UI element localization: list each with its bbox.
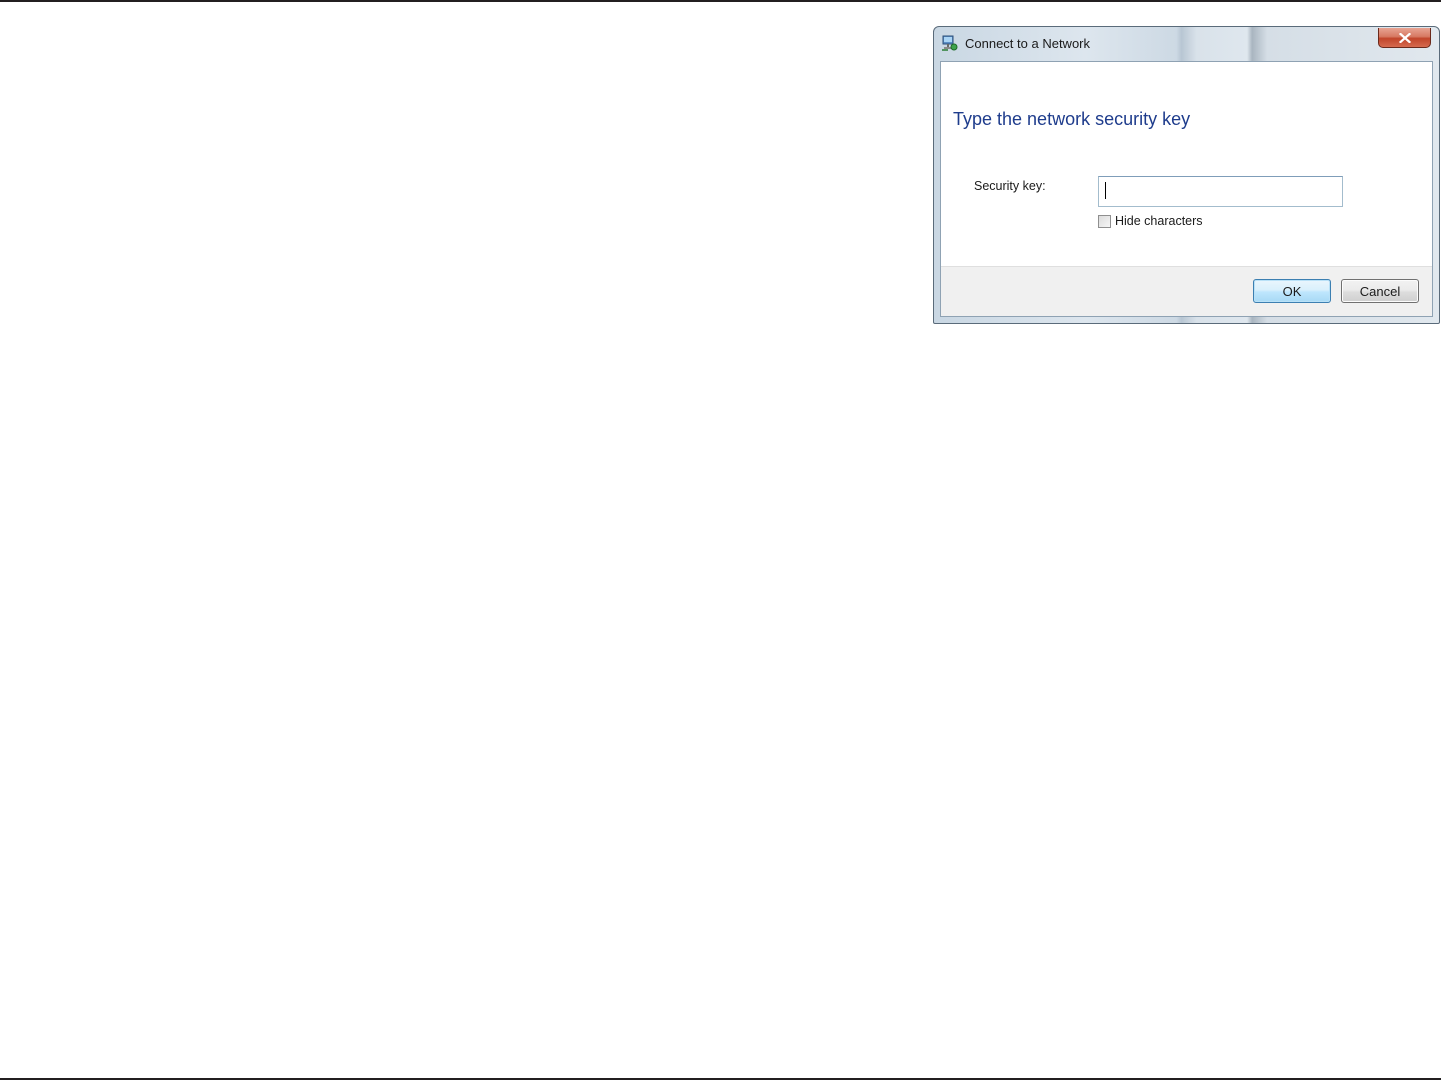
ok-button[interactable]: OK (1253, 279, 1331, 303)
bottom-rule (0, 1078, 1441, 1080)
hide-characters-label[interactable]: Hide characters (1115, 214, 1203, 228)
close-icon (1398, 32, 1411, 43)
cancel-button[interactable]: Cancel (1341, 279, 1419, 303)
connect-network-dialog: Connect to a Network Type the network se… (933, 26, 1440, 324)
dialog-content: Type the network security key Security k… (940, 61, 1433, 317)
window-title: Connect to a Network (965, 36, 1091, 51)
dialog-heading: Type the network security key (953, 109, 1191, 129)
hide-characters-checkbox[interactable] (1098, 214, 1111, 228)
title-bar[interactable]: Connect to a Network (934, 27, 1439, 61)
hide-characters-row[interactable]: Hide characters (1098, 213, 1203, 229)
close-button[interactable] (1378, 28, 1431, 48)
security-key-label: Security key: (974, 179, 1046, 193)
text-caret (1105, 182, 1106, 199)
network-icon (941, 35, 958, 52)
security-key-input[interactable] (1098, 176, 1343, 207)
top-rule (0, 0, 1441, 2)
page: Connect to a Network Type the network se… (0, 0, 1441, 1081)
dialog-footer: OK Cancel (941, 266, 1432, 316)
